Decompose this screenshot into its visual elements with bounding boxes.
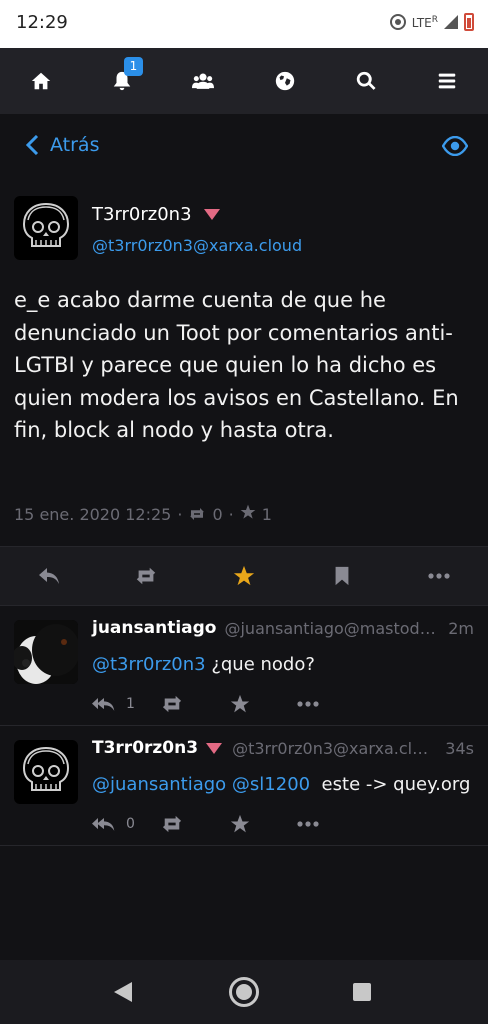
status-date[interactable]: 15 ene. 2020 12:25 [14, 505, 171, 524]
network-type: LTER [411, 14, 438, 30]
reply-count: 0 [126, 816, 135, 832]
retweet-icon [162, 815, 182, 833]
reply-all-icon [92, 698, 115, 711]
status-action-bar [0, 546, 488, 606]
nav-local-timeline[interactable] [163, 48, 244, 114]
reply-time[interactable]: 34s [445, 739, 474, 758]
favourite-button[interactable] [195, 547, 293, 605]
signal-icon [444, 15, 458, 29]
reblog-count[interactable]: 0 [212, 505, 222, 524]
reply-status[interactable]: juansantiago @juansantiago@mastod… 2m @t… [0, 606, 488, 726]
favourite-button[interactable] [228, 814, 296, 834]
bookmark-button[interactable] [293, 547, 391, 605]
favourite-count[interactable]: 1 [262, 505, 272, 524]
notification-badge: 1 [123, 57, 143, 76]
skull-icon [22, 202, 70, 247]
reply-actions: 1 [92, 694, 364, 714]
reply-count: 1 [126, 696, 135, 712]
reply-time[interactable]: 2m [448, 619, 474, 638]
locked-indicator-icon [203, 209, 220, 220]
locked-indicator-icon [206, 742, 223, 754]
nav-search[interactable] [325, 48, 406, 114]
favourite-button[interactable] [228, 694, 296, 714]
status-icons: LTER [389, 13, 474, 31]
reply-handle[interactable]: @juansantiago@mastod… [224, 619, 438, 638]
android-status-bar: 12:29 LTER [0, 0, 488, 48]
reply-icon [38, 568, 59, 584]
nav-federated-timeline[interactable] [244, 48, 325, 114]
reply-text: ¿que nodo? [205, 654, 315, 675]
author-display-name[interactable]: T3rr0rz0n3 [92, 204, 192, 225]
reply-button[interactable]: 1 [92, 694, 160, 714]
search-icon [356, 71, 376, 90]
more-button[interactable] [390, 547, 488, 605]
nav-notifications[interactable]: 1 [81, 48, 162, 114]
clock: 12:29 [16, 12, 68, 33]
avatar[interactable] [14, 620, 78, 684]
nav-home[interactable] [0, 48, 81, 114]
ellipsis-icon [428, 573, 450, 579]
reply-content: @t3rr0rz0n3 ¿que nodo? [92, 654, 315, 675]
retweet-icon [137, 567, 156, 585]
star-icon [230, 814, 250, 833]
back-label: Atrás [50, 134, 100, 156]
chevron-left-icon [26, 135, 39, 155]
status-content: e_e acabo darme cuenta de que he denunci… [14, 288, 459, 442]
star-icon [233, 565, 255, 586]
users-icon [192, 73, 215, 89]
skull-icon [22, 746, 70, 791]
more-button[interactable] [296, 814, 364, 834]
ellipsis-icon [297, 821, 319, 827]
reply-all-icon [92, 818, 115, 831]
reply-text: este -> quey.org [310, 774, 471, 795]
back-button[interactable]: Atrás [26, 134, 99, 156]
system-back-button[interactable] [114, 982, 132, 1002]
globe-icon [275, 71, 294, 91]
mention-link[interactable]: @juansantiago @sl1200 [92, 774, 310, 795]
reblog-button[interactable] [160, 814, 228, 834]
android-navigation-bar [0, 960, 488, 1024]
menu-icon [439, 73, 456, 89]
bookmark-icon [335, 566, 348, 586]
status-author[interactable]: T3rr0rz0n3 @t3rr0rz0n3@xarxa.cloud [14, 196, 474, 266]
meta-separator: · [228, 504, 234, 524]
status-meta: 15 ene. 2020 12:25 · 0 · 1 [14, 504, 272, 524]
meta-separator: · [177, 504, 183, 524]
more-button[interactable] [296, 694, 364, 714]
reply-button[interactable] [0, 547, 98, 605]
avatar[interactable] [14, 740, 78, 804]
back-bar: Atrás [0, 114, 488, 178]
system-home-button[interactable] [229, 977, 259, 1007]
nav-menu[interactable] [407, 48, 488, 114]
eye-icon [441, 135, 469, 157]
reply-handle[interactable]: @t3rr0rz0n3@xarxa.cl… [232, 739, 435, 758]
star-small-icon [240, 504, 256, 519]
system-recents-button[interactable] [353, 983, 371, 1001]
reply-display-name[interactable]: juansantiago [92, 618, 216, 638]
reply-status[interactable]: T3rr0rz0n3 @t3rr0rz0n3@xarxa.cl… 34s @ju… [0, 726, 488, 846]
reply-button[interactable]: 0 [92, 814, 160, 834]
dog-avatar-image [14, 620, 78, 684]
top-navigation: 1 [0, 48, 488, 114]
battery-icon [464, 13, 474, 31]
reply-content: @juansantiago @sl1200 este -> quey.org [92, 774, 470, 795]
retweet-icon [162, 695, 182, 713]
reblog-button[interactable] [160, 694, 228, 714]
toggle-visibility-button[interactable] [441, 135, 469, 160]
star-icon [230, 694, 250, 713]
sync-icon [389, 14, 406, 30]
reblog-small-icon [190, 508, 205, 520]
mention-link[interactable]: @t3rr0rz0n3 [92, 654, 206, 675]
reply-display-name[interactable]: T3rr0rz0n3 [92, 738, 198, 758]
ellipsis-icon [297, 701, 319, 707]
author-handle[interactable]: @t3rr0rz0n3@xarxa.cloud [92, 236, 302, 255]
reblog-button[interactable] [98, 547, 196, 605]
reply-actions: 0 [92, 814, 364, 834]
avatar[interactable] [14, 196, 78, 260]
home-icon [31, 72, 50, 90]
